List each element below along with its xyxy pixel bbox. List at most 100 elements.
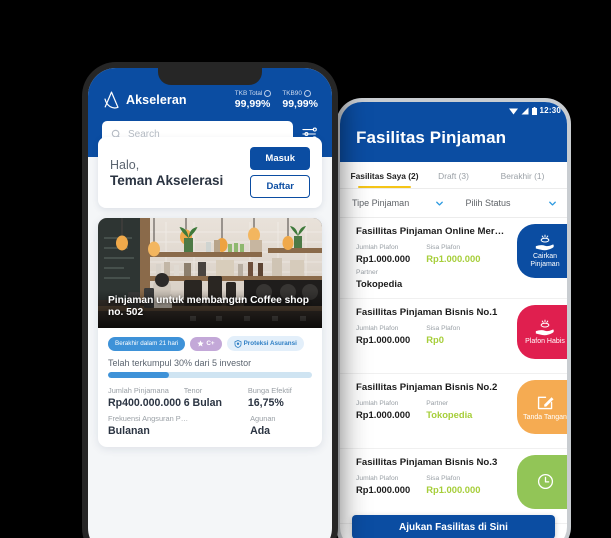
badge-expiry: Berakhir dalam 21 hari — [108, 336, 186, 351]
filter-tipe-pinjaman-label: Tipe Pinjaman — [352, 198, 410, 208]
chevron-down-icon — [549, 201, 556, 206]
metric-label: TKB90 — [282, 90, 302, 97]
loan-caption: Pinjaman untuk membangun Coffee shop no.… — [108, 294, 309, 319]
filter-tipe-pinjaman[interactable]: Tipe Pinjaman — [340, 189, 454, 217]
greeting-text: Halo, Teman Akselerasi — [110, 158, 223, 188]
detail-agunan: Agunan Ada — [250, 414, 312, 437]
metric-tkb-total: TKB Total 99,99% — [235, 90, 272, 110]
field-value: Rp1.000.000 — [356, 409, 411, 420]
android-status-bar: 12:30 — [340, 102, 567, 119]
brand-name: Akseleran — [126, 93, 187, 107]
greeting-hello: Halo, — [110, 157, 140, 172]
facility-title: Fasillitas Pinjaman Bisnis No.3 — [356, 457, 498, 468]
detail-value: Ada — [250, 425, 271, 437]
filter-bar: Tipe Pinjaman Pilih Status — [340, 189, 567, 218]
screenshot-stage: 12:30 Fasilitas Pinjaman Fasilitas Saya … — [0, 0, 611, 538]
status-bar-time: 12:30 — [539, 106, 561, 115]
action-plafon-habis[interactable]: Plafon Habis — [517, 305, 567, 359]
badge-expiry-text: Berakhir dalam 21 hari — [115, 340, 179, 347]
login-button[interactable]: Masuk — [250, 147, 310, 170]
field-value: Rp0 — [426, 334, 444, 345]
facility-title: Fasillitas Pinjaman Bisnis No.2 — [356, 382, 498, 393]
field-value: Rp1.000.000 — [356, 484, 411, 495]
list-item[interactable]: Fasillitas Pinjaman Bisnis No.1 Jumlah P… — [340, 299, 567, 374]
tab-fasilitas-saya[interactable]: Fasilitas Saya (2) — [350, 162, 419, 188]
detail-value: 16,75% — [247, 397, 284, 409]
field-label: Sisa Plafon — [426, 475, 461, 482]
loan-photo: Pinjaman untuk membangun Coffee shop no.… — [98, 218, 322, 328]
brand-lockup: Akseleran — [102, 90, 187, 110]
info-icon[interactable] — [264, 90, 272, 97]
hand-money-icon — [535, 319, 554, 335]
list-item[interactable]: Fasillitas Pinjaman Online Merc… Jumlah … — [340, 218, 567, 299]
facility-title: Fasillitas Pinjaman Online Merc… — [356, 226, 506, 237]
iphone-frame: Akseleran TKB Total 99,99% TKB90 99,99% … — [82, 62, 338, 538]
action-label: Cairkan Pinjaman — [530, 252, 560, 268]
field-label: Jumlah Plafon — [356, 475, 399, 482]
field-label: Partner — [426, 400, 449, 407]
detail-tenor: Tenor 6 Bulan — [184, 386, 248, 409]
loan-badges: Berakhir dalam 21 hari C+ Proteksi Asura… — [98, 328, 322, 351]
field-value: Rp1.000.000 — [426, 253, 481, 264]
metric-value: 99,99% — [234, 98, 271, 110]
detail-label: Frekuensi Angsuran P… — [108, 414, 189, 423]
field-label: Jumlah Plafon — [356, 400, 399, 407]
pencil-sign-icon — [537, 396, 554, 409]
metric-label-row: TKB90 — [282, 90, 318, 97]
page-title: Fasilitas Pinjaman — [356, 128, 507, 147]
auth-buttons: Masuk Daftar — [250, 147, 310, 198]
collected-text: Telah terkumpul 30% dari 5 investor — [108, 358, 252, 368]
chevron-down-icon — [435, 201, 443, 206]
greeting-name: Teman Akselerasi — [110, 172, 224, 188]
register-button[interactable]: Daftar — [250, 175, 310, 198]
action-tanda-tangan[interactable]: Tanda Tangan — [517, 380, 567, 434]
detail-value: 6 Bulan — [183, 397, 222, 409]
badge-insurance: Proteksi Asuransi — [226, 336, 304, 351]
info-icon[interactable] — [303, 90, 311, 97]
list-item[interactable]: Fasillitas Pinjaman Bisnis No.2 Jumlah P… — [340, 374, 567, 449]
akseleran-logo-icon — [104, 91, 119, 109]
detail-spacer — [188, 414, 250, 437]
field-label: Jumlah Plafon — [356, 325, 399, 332]
metric-label: TKB Total — [234, 90, 263, 97]
battery-icon — [531, 106, 537, 115]
tab-bar: Fasilitas Saya (2) Draft (3) Berakhir (1… — [340, 162, 567, 189]
field-value: Tokopedia — [356, 278, 403, 289]
iphone-screen: Akseleran TKB Total 99,99% TKB90 99,99% … — [88, 68, 332, 538]
detail-jumlah-pinjaman: Jumlah Pinjamana Rp400.000.000 — [108, 386, 184, 409]
field-value: Tokopedia — [426, 409, 473, 420]
detail-frekuensi-angsuran: Frekuensi Angsuran P… Bulanan — [108, 414, 188, 437]
action-label: Tanda Tangan — [523, 413, 567, 421]
tkb-metrics: TKB Total 99,99% TKB90 99,99% — [235, 90, 318, 110]
loan-card[interactable]: Pinjaman untuk membangun Coffee shop no.… — [98, 218, 322, 447]
metric-tkb90: TKB90 99,99% — [282, 90, 318, 110]
clock-icon — [537, 473, 553, 489]
shield-icon — [234, 339, 242, 348]
android-phone-screen: 12:30 Fasilitas Pinjaman Fasilitas Saya … — [340, 102, 567, 538]
action-cairkan-pinjaman[interactable]: Cairkan Pinjaman — [517, 224, 567, 278]
ajukan-fasilitas-button[interactable]: Ajukan Fasilitas di Sini — [352, 515, 555, 538]
action-menunggu[interactable] — [517, 455, 567, 509]
progress-bar-fill — [108, 372, 170, 378]
field-label: Sisa Plafon — [426, 325, 461, 332]
android-phone-frame: 12:30 Fasilitas Pinjaman Fasilitas Saya … — [336, 98, 571, 538]
field-value: Rp1.000.000 — [426, 484, 481, 495]
field-value: Rp1.000.000 — [356, 253, 411, 264]
facility-list: Fasillitas Pinjaman Online Merc… Jumlah … — [340, 218, 567, 524]
tab-berakhir[interactable]: Berakhir (1) — [488, 162, 557, 188]
facility-title: Fasillitas Pinjaman Bisnis No.1 — [356, 307, 498, 318]
filter-pilih-status-label: Pilih Status — [465, 198, 511, 208]
badge-insurance-text: Proteksi Asuransi — [243, 340, 297, 347]
filter-pilih-status[interactable]: Pilih Status — [454, 189, 568, 217]
app-body: Halo, Teman Akselerasi Masuk Daftar Pinj… — [88, 137, 332, 447]
tab-draft[interactable]: Draft (3) — [419, 162, 488, 188]
greeting-card: Halo, Teman Akselerasi Masuk Daftar — [98, 137, 322, 208]
list-item[interactable]: Fasillitas Pinjaman Bisnis No.3 Jumlah P… — [340, 449, 567, 524]
detail-value: Bulanan — [108, 425, 150, 437]
detail-label: Bunga Efektif — [247, 386, 292, 395]
star-icon — [197, 340, 205, 347]
detail-bunga-efektif: Bunga Efektif 16,75% — [248, 386, 312, 409]
notch — [158, 68, 262, 85]
badge-grade: C+ — [190, 336, 222, 351]
signal-icon — [521, 107, 529, 114]
